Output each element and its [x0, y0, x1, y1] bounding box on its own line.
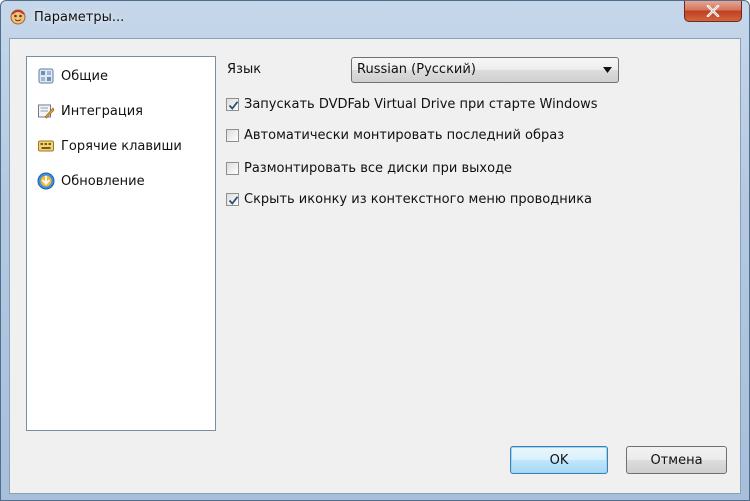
- integration-icon: [38, 104, 55, 119]
- dialog-client-area: Общие Интеграция Горячие клавиши Обновле…: [9, 38, 741, 494]
- close-button[interactable]: [684, 1, 742, 22]
- checkbox[interactable]: [226, 192, 239, 206]
- dvdfab-app-icon: [10, 9, 26, 25]
- window-title: Параметры...: [34, 10, 125, 25]
- update-icon: [37, 172, 55, 190]
- nav-item-update[interactable]: Обновление: [29, 166, 213, 196]
- hotkeys-icon: [38, 140, 54, 152]
- ok-button[interactable]: OK: [510, 446, 608, 474]
- option-unmount-on-exit[interactable]: Размонтировать все диски при выходе: [226, 159, 512, 177]
- close-icon: [706, 5, 720, 17]
- option-hide-context-menu-icon[interactable]: Скрыть иконку из контекстного меню прово…: [226, 190, 592, 208]
- checkbox[interactable]: [226, 128, 239, 142]
- nav-item-integration[interactable]: Интеграция: [29, 96, 213, 126]
- option-label: Запускать DVDFab Virtual Drive при старт…: [244, 96, 598, 112]
- general-settings-icon: [38, 68, 54, 84]
- cancel-button[interactable]: Отмена: [626, 446, 727, 474]
- language-select[interactable]: Russian (Русский): [351, 57, 619, 83]
- nav-item-hotkeys[interactable]: Горячие клавиши: [29, 131, 213, 161]
- language-label: Язык: [227, 62, 262, 77]
- chevron-down-icon: [603, 67, 612, 73]
- nav-item-general[interactable]: Общие: [29, 61, 213, 91]
- option-label: Скрыть иконку из контекстного меню прово…: [244, 191, 593, 207]
- option-label: Размонтировать все диски при выходе: [244, 160, 513, 176]
- option-label: Автоматически монтировать последний обра…: [244, 127, 565, 143]
- nav-item-label: Обновление: [61, 173, 145, 189]
- settings-dialog: Параметры... Общие Интеграция Горячие кл…: [0, 0, 750, 501]
- language-select-value: Russian (Русский): [357, 62, 476, 77]
- option-automount-last-image[interactable]: Автоматически монтировать последний обра…: [226, 126, 564, 144]
- checkmark-icon: [228, 195, 239, 205]
- nav-item-label: Горячие клавиши: [61, 138, 182, 154]
- settings-category-list: Общие Интеграция Горячие клавиши Обновле…: [26, 56, 216, 431]
- option-start-with-windows[interactable]: Запускать DVDFab Virtual Drive при старт…: [226, 95, 598, 113]
- nav-item-label: Общие: [61, 68, 108, 84]
- title-bar[interactable]: Параметры...: [1, 1, 749, 37]
- general-settings-panel: Язык Russian (Русский) Запускать DVDFab …: [224, 39, 734, 439]
- nav-item-label: Интеграция: [61, 103, 143, 119]
- checkbox[interactable]: [226, 97, 239, 111]
- checkbox[interactable]: [226, 161, 239, 175]
- checkmark-icon: [228, 100, 239, 110]
